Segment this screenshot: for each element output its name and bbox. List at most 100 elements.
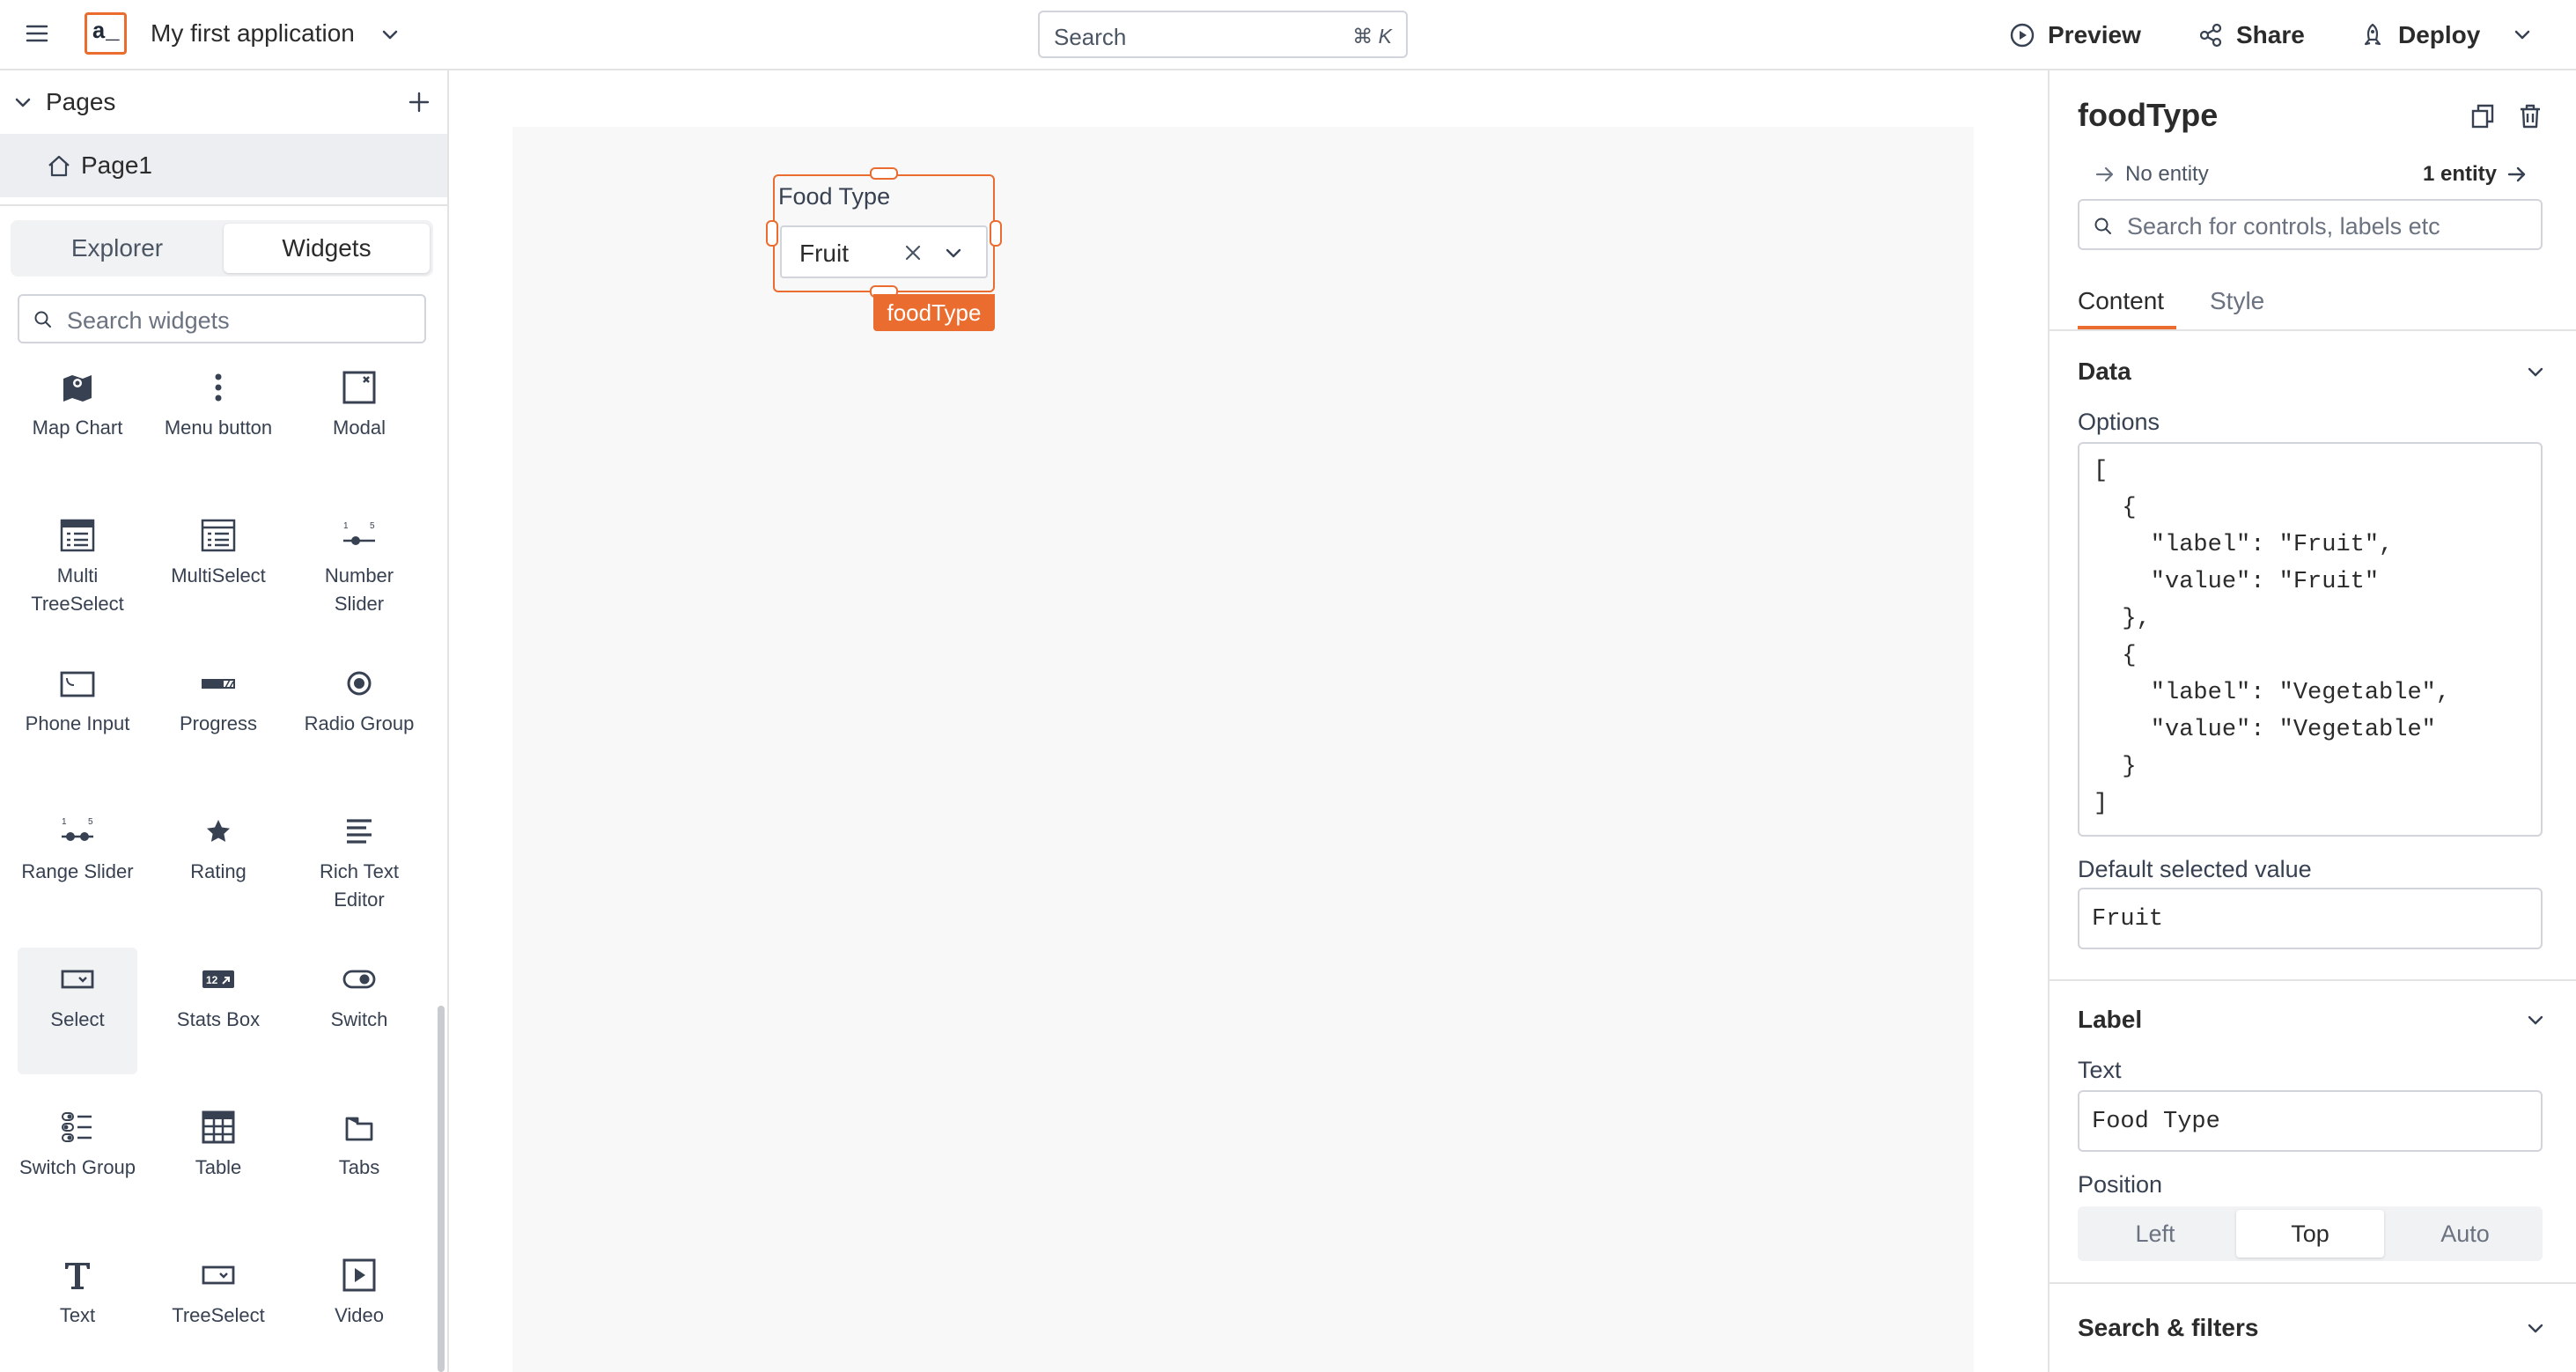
app-name[interactable]: My first application bbox=[151, 19, 355, 48]
data-section-title[interactable]: Data bbox=[2078, 358, 2131, 386]
widget-search-input[interactable]: Search widgets bbox=[18, 294, 426, 343]
widget-card-select[interactable]: Select bbox=[18, 948, 137, 1074]
chevron-down-icon[interactable] bbox=[12, 92, 33, 113]
radio-group-icon bbox=[347, 671, 372, 696]
deploy-button[interactable]: Deploy bbox=[2359, 18, 2480, 53]
share-label: Share bbox=[2236, 21, 2305, 48]
svg-text:1: 1 bbox=[62, 817, 67, 827]
position-option-auto[interactable]: Auto bbox=[2391, 1210, 2539, 1258]
widget-search-placeholder: Search widgets bbox=[67, 307, 230, 334]
text-icon bbox=[65, 1263, 90, 1289]
resize-handle-top[interactable] bbox=[870, 167, 898, 180]
label-text-input[interactable]: Food Type bbox=[2078, 1090, 2543, 1152]
trash-icon[interactable] bbox=[2516, 102, 2544, 130]
copy-icon[interactable] bbox=[2469, 102, 2497, 130]
top-bar: a_ My first application Search ⌘ K Previ… bbox=[0, 0, 2576, 70]
default-value-input[interactable]: Fruit bbox=[2078, 888, 2543, 949]
share-button[interactable]: Share bbox=[2197, 18, 2305, 53]
treeselect-icon bbox=[202, 1265, 235, 1285]
widget-card-table[interactable]: Table bbox=[158, 1095, 278, 1222]
tab-style[interactable]: Style bbox=[2210, 287, 2264, 315]
entity-count-label: 1 entity bbox=[2422, 162, 2497, 186]
active-tab-indicator bbox=[2078, 326, 2176, 329]
widget-card-modal[interactable]: Modal bbox=[299, 356, 419, 483]
page-item-page1[interactable]: Page1 bbox=[0, 134, 447, 197]
widget-label: Range Slider bbox=[21, 860, 134, 882]
widget-card-range-slider[interactable]: 1 5 Range Slider bbox=[18, 800, 137, 926]
widget-label: TreeSelect bbox=[172, 1304, 265, 1326]
widget-card-number-slider[interactable]: 1 5 Number Slider bbox=[299, 504, 419, 631]
options-code-editor[interactable]: [ { "label": "Fruit", "value": "Fruit" }… bbox=[2078, 442, 2543, 837]
deploy-chevron-down-icon[interactable] bbox=[2511, 23, 2534, 46]
pages-title: Pages bbox=[46, 88, 116, 115]
chevron-down-icon[interactable] bbox=[942, 241, 965, 264]
svg-text:1: 1 bbox=[343, 521, 349, 531]
code-line: "label": "Vegetable", bbox=[2094, 680, 2451, 706]
range-slider-icon: 1 5 bbox=[62, 817, 93, 841]
tab-content[interactable]: Content bbox=[2078, 287, 2164, 315]
widget-card-menu-button[interactable]: Menu button bbox=[158, 356, 278, 483]
widget-name-tag[interactable]: foodType bbox=[873, 294, 995, 331]
widget-card-multi-treeselect[interactable]: Multi TreeSelect bbox=[18, 504, 137, 631]
hamburger-menu-icon[interactable] bbox=[25, 21, 49, 46]
widget-card-tabs[interactable]: Tabs bbox=[299, 1095, 419, 1222]
search-shortcut: ⌘ K bbox=[1352, 25, 1392, 48]
property-search-input[interactable]: Search for controls, labels etc bbox=[2078, 199, 2543, 250]
tab-widgets[interactable]: Widgets bbox=[224, 224, 430, 273]
resize-handle-right[interactable] bbox=[990, 220, 1002, 247]
widget-card-phone-input[interactable]: Phone Input bbox=[18, 652, 137, 778]
menu-button-icon bbox=[215, 373, 222, 402]
chevron-down-icon[interactable] bbox=[2525, 361, 2546, 382]
widget-card-treeselect[interactable]: TreeSelect bbox=[158, 1243, 278, 1370]
widget-card-rich-text-editor[interactable]: Rich Text Editor bbox=[299, 800, 419, 926]
widget-card-stats-box[interactable]: 12 Stats Box bbox=[158, 948, 278, 1074]
arrow-right-icon bbox=[2507, 166, 2526, 182]
widget-card-progress[interactable]: Progress bbox=[158, 652, 278, 778]
no-entity-link[interactable]: No entity bbox=[2094, 162, 2209, 187]
widget-label: Number Slider bbox=[324, 564, 394, 615]
chevron-down-icon[interactable] bbox=[379, 23, 401, 46]
position-option-left[interactable]: Left bbox=[2081, 1210, 2229, 1258]
sidebar-scrollbar[interactable] bbox=[438, 1006, 445, 1372]
omnibar-search[interactable]: Search ⌘ K bbox=[1038, 11, 1408, 58]
entity-count-link[interactable]: 1 entity bbox=[2423, 162, 2528, 187]
label-text-value: Food Type bbox=[2092, 1109, 2220, 1135]
svg-text:5: 5 bbox=[88, 817, 93, 827]
widget-card-radio-group[interactable]: Radio Group bbox=[299, 652, 419, 778]
app-logo[interactable]: a_ bbox=[85, 12, 127, 55]
search-filters-section-title[interactable]: Search & filters bbox=[2078, 1314, 2258, 1342]
chevron-down-icon[interactable] bbox=[2525, 1317, 2546, 1339]
position-option-top[interactable]: Top bbox=[2236, 1210, 2384, 1258]
widget-title[interactable]: foodType bbox=[2078, 97, 2218, 134]
preview-button[interactable]: Preview bbox=[2009, 18, 2141, 53]
arrow-right-icon bbox=[2095, 166, 2114, 182]
add-page-icon[interactable] bbox=[407, 90, 431, 114]
play-circle-icon bbox=[2010, 23, 2035, 48]
widget-label: Switch Group bbox=[18, 1156, 136, 1178]
label-section-title[interactable]: Label bbox=[2078, 1006, 2142, 1034]
widget-card-text[interactable]: Text bbox=[18, 1243, 137, 1370]
tab-explorer[interactable]: Explorer bbox=[14, 224, 220, 273]
options-label: Options bbox=[2078, 409, 2160, 435]
widget-label: Stats Box bbox=[176, 1008, 261, 1030]
modal-icon bbox=[342, 371, 376, 404]
default-value-label: Default selected value bbox=[2078, 856, 2312, 882]
chevron-down-icon[interactable] bbox=[2525, 1009, 2546, 1030]
svg-text:12: 12 bbox=[206, 974, 218, 986]
widget-card-map-chart[interactable]: Map Chart bbox=[18, 356, 137, 483]
code-line: ] bbox=[2094, 791, 2109, 817]
widget-card-multiselect[interactable]: MultiSelect bbox=[158, 504, 278, 631]
widget-card-rating[interactable]: Rating bbox=[158, 800, 278, 926]
pages-header[interactable]: Pages bbox=[0, 70, 447, 134]
resize-handle-left[interactable] bbox=[766, 220, 778, 247]
default-value-text: Fruit bbox=[2092, 906, 2164, 933]
page-item-label: Page1 bbox=[81, 151, 152, 179]
widget-card-switch-group[interactable]: Switch Group bbox=[18, 1095, 137, 1222]
clear-icon[interactable] bbox=[902, 241, 924, 264]
widget-card-video[interactable]: Video bbox=[299, 1243, 419, 1370]
canvas[interactable] bbox=[512, 127, 1974, 1372]
select-widget-foodtype[interactable]: Food Type Fruit bbox=[773, 174, 995, 292]
select-dropdown[interactable]: Fruit bbox=[780, 225, 988, 278]
code-line: { bbox=[2094, 495, 2137, 521]
widget-card-switch[interactable]: Switch bbox=[299, 948, 419, 1074]
